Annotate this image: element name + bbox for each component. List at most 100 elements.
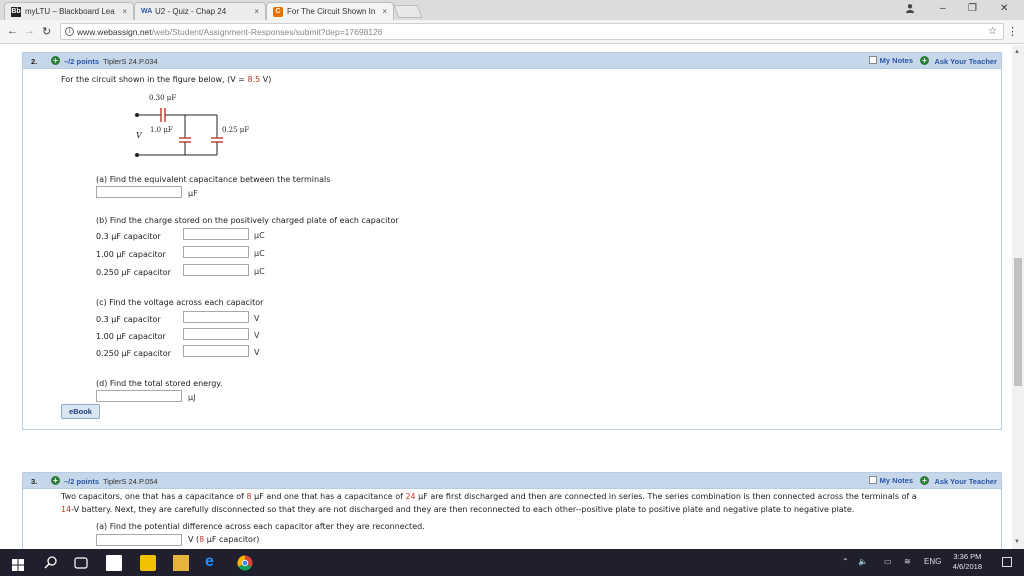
address-bar[interactable]: i www.webassign.net/web/Student/Assignme… [60, 23, 1004, 40]
task-view-icon[interactable] [74, 555, 88, 571]
notes-checkbox[interactable] [868, 476, 877, 484]
voltage-input-1[interactable] [183, 328, 249, 340]
reload-icon[interactable]: ↻ [42, 25, 51, 38]
cap-label-top: 0.30 μF [149, 94, 177, 102]
tab-blackboard[interactable]: Bb myLTU – Blackboard Lea × [4, 2, 134, 20]
wifi-icon[interactable]: ≋ [904, 557, 911, 566]
question-points: –/2 points [64, 477, 100, 486]
ebook-button[interactable]: eBook [61, 404, 100, 419]
browser-menu-icon[interactable]: ⋮ [1007, 25, 1018, 38]
question-prompt: For the circuit shown in the figure belo… [61, 75, 272, 84]
unit-label: μJ [188, 393, 196, 402]
unit-label: μF [188, 189, 198, 198]
bookmark-star-icon[interactable]: ☆ [988, 26, 997, 37]
battery-icon[interactable]: ▭ [884, 557, 892, 566]
charge-input-0[interactable] [183, 228, 249, 240]
close-tab-icon[interactable]: × [122, 7, 127, 16]
question-reference: TiplerS 24.P.054 [103, 477, 158, 486]
ask-teacher-button[interactable]: Ask Your Teacher [934, 477, 997, 486]
row-label: 0.250 μF capacitor [96, 268, 171, 277]
cap-label-right: 0.25 μF [222, 126, 250, 134]
tab-label: myLTU – Blackboard Lea [25, 7, 115, 16]
webassign-icon: WA [141, 8, 153, 15]
part-c-label: (c) Find the voltage across each capacit… [96, 298, 264, 307]
blackboard-icon: Bb [11, 7, 21, 17]
row-label: 1.00 μF capacitor [96, 332, 166, 341]
part-d-label: (d) Find the total stored energy. [96, 379, 223, 388]
voltage-input-0[interactable] [183, 311, 249, 323]
question-reference: TiplerS 24.P.034 [103, 57, 158, 66]
question-number: 3. [31, 477, 38, 486]
edge-browser-icon[interactable]: e [205, 554, 221, 571]
forward-arrow-icon[interactable]: → [24, 25, 35, 37]
voltage-input-2[interactable] [183, 345, 249, 357]
tab-label: U2 - Quiz - Chap 24 [155, 7, 227, 16]
taskbar-clock[interactable]: 3:36 PM 4/6/2018 [953, 552, 982, 572]
maximize-button[interactable]: ❐ [968, 3, 977, 14]
row-label: 0.3 μF capacitor [96, 315, 161, 324]
question-points: –/2 points [64, 57, 100, 66]
chrome-browser-icon[interactable] [237, 555, 253, 571]
scroll-down-arrow-icon[interactable]: ▼ [1014, 539, 1020, 545]
question-3-header: 3. + –/2 points TiplerS 24.P.054 My Note… [23, 473, 1001, 489]
close-tab-icon[interactable]: × [382, 7, 387, 16]
my-notes-button[interactable]: My Notes [868, 476, 913, 485]
tray-chevron-icon[interactable]: ⌃ [842, 557, 849, 566]
question-2-body: For the circuit shown in the figure belo… [23, 69, 1001, 429]
tab-chegg[interactable]: C For The Circuit Shown In × [266, 2, 394, 20]
page-scrollbar[interactable]: ▲ ▼ [1012, 45, 1024, 549]
close-window-button[interactable]: ✕ [1000, 3, 1008, 14]
part-a-label: (a) Find the equivalent capacitance betw… [96, 175, 331, 184]
ltu-app-icon[interactable] [106, 555, 122, 571]
info-icon[interactable]: i [65, 27, 74, 36]
ask-teacher-button[interactable]: Ask Your Teacher [934, 57, 997, 66]
voltage-label: V [136, 131, 142, 140]
search-icon[interactable] [44, 555, 58, 571]
ask-teacher-plus-icon[interactable]: + [920, 56, 929, 65]
cat-app-icon[interactable] [140, 555, 156, 571]
scrollbar-thumb[interactable] [1014, 258, 1022, 386]
question-text-line-1: Two capacitors, one that has a capacitan… [61, 492, 917, 501]
url-path: /web/Student/Assignment-Responses/submit… [151, 27, 383, 37]
notification-center-icon[interactable] [1002, 557, 1012, 567]
language-indicator[interactable]: ENG [924, 557, 941, 566]
question-text-line-2: 14-V battery. Next, they are carefully d… [61, 505, 855, 514]
new-tab-button[interactable] [393, 5, 423, 18]
profile-icon[interactable] [905, 3, 915, 16]
part-b-label: (b) Find the charge stored on the positi… [96, 216, 399, 225]
file-explorer-icon[interactable] [173, 555, 189, 571]
page-content: 2. + –/2 points TiplerS 24.P.034 My Note… [0, 45, 1012, 549]
my-notes-button[interactable]: My Notes [868, 56, 913, 65]
unit-label: μC [254, 267, 265, 276]
unit-label: V [254, 314, 260, 323]
unit-label: V [254, 331, 260, 340]
volume-icon[interactable]: 🔈 [858, 557, 868, 566]
question-2-panel: 2. + –/2 points TiplerS 24.P.034 My Note… [22, 52, 1002, 430]
equivalent-capacitance-input[interactable] [96, 186, 182, 198]
expand-plus-icon[interactable]: + [51, 56, 60, 65]
charge-input-1[interactable] [183, 246, 249, 258]
unit-label: V [254, 348, 260, 357]
browser-tab-strip: Bb myLTU – Blackboard Lea × WA U2 - Quiz… [0, 0, 1024, 20]
windows-start-icon[interactable] [12, 557, 24, 573]
ask-teacher-plus-icon[interactable]: + [920, 476, 929, 485]
charge-input-2[interactable] [183, 264, 249, 276]
question-3-body: Two capacitors, one that has a capacitan… [23, 489, 1001, 549]
sub-label: V (8 μF capacitor) [188, 535, 260, 544]
minimize-button[interactable]: – [940, 3, 946, 14]
row-label: 1.00 μF capacitor [96, 250, 166, 259]
url-host: www.webassign.net [77, 27, 152, 37]
close-tab-icon[interactable]: × [254, 7, 259, 16]
question-2-header: 2. + –/2 points TiplerS 24.P.034 My Note… [23, 53, 1001, 69]
cap-label-left: 1.0 μF [150, 126, 173, 134]
back-arrow-icon[interactable]: ← [7, 25, 18, 37]
unit-label: μC [254, 249, 265, 258]
scroll-up-arrow-icon[interactable]: ▲ [1014, 49, 1020, 55]
tab-webassign-quiz[interactable]: WA U2 - Quiz - Chap 24 × [134, 2, 266, 20]
browser-toolbar: ← → ↻ i www.webassign.net/web/Student/As… [0, 20, 1024, 44]
expand-plus-icon[interactable]: + [51, 476, 60, 485]
notes-checkbox[interactable] [868, 56, 877, 64]
potential-difference-input[interactable] [96, 534, 182, 546]
total-energy-input[interactable] [96, 390, 182, 402]
windows-taskbar: e ⌃ 🔈 ▭ ≋ ENG 3:36 PM 4/6/2018 [0, 549, 1024, 576]
